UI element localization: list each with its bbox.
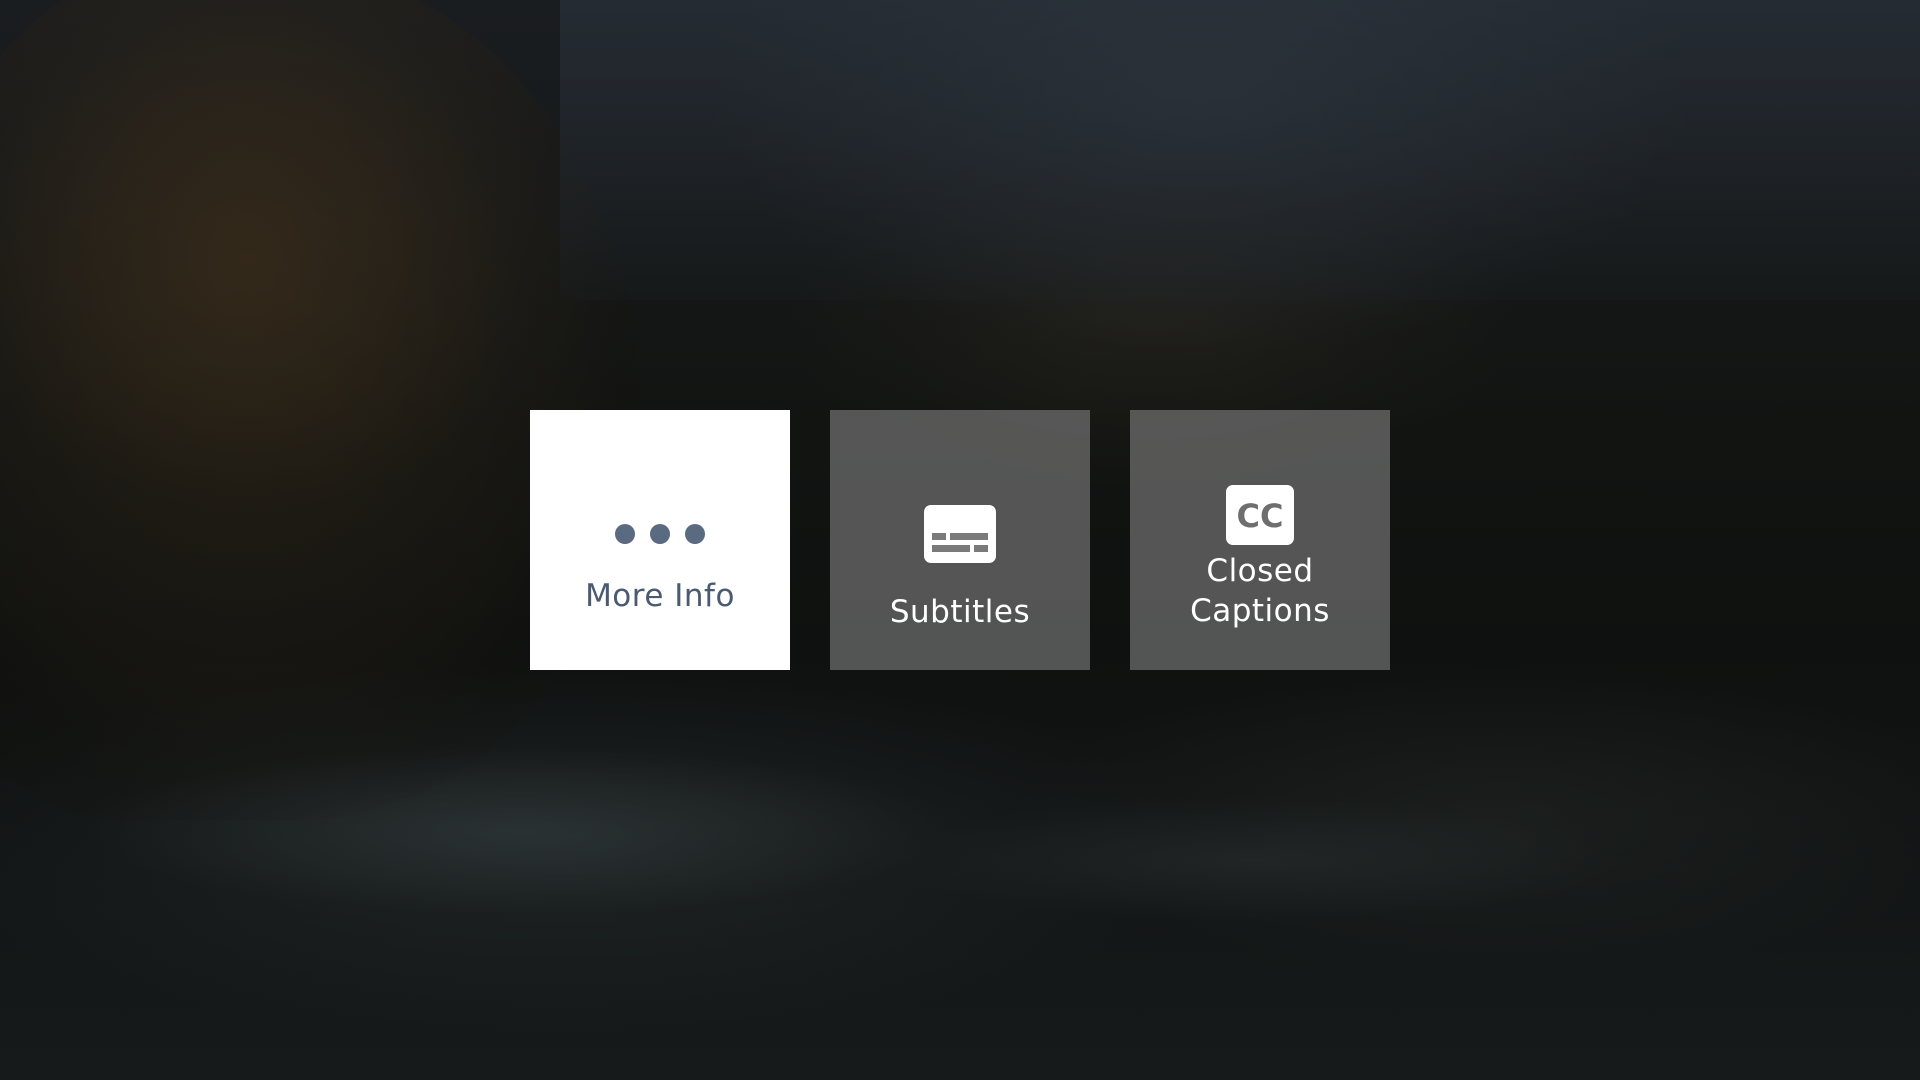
background-sea	[560, 0, 1920, 300]
closed-captions-label-line-1: Closed	[1206, 553, 1314, 589]
closed-captions-button[interactable]: CC Closed Captions	[1130, 410, 1390, 670]
video-player-screen: More Info Subtitles CC Closed Captions	[0, 0, 1920, 1080]
options-menu: More Info Subtitles CC Closed Captions	[530, 410, 1390, 670]
closed-captions-icon-text: CC	[1237, 497, 1284, 535]
more-info-label: More Info	[585, 578, 735, 614]
subtitles-button[interactable]: Subtitles	[830, 410, 1090, 670]
closed-captions-label: Closed Captions	[1190, 551, 1330, 631]
more-info-button[interactable]: More Info	[530, 410, 790, 670]
background-surf	[0, 720, 1920, 1080]
closed-captions-label-line-2: Captions	[1190, 593, 1330, 629]
more-dots-icon	[610, 504, 710, 564]
subtitles-label: Subtitles	[889, 594, 1031, 630]
closed-captions-icon: CC	[1226, 485, 1294, 545]
subtitles-icon	[924, 504, 996, 564]
